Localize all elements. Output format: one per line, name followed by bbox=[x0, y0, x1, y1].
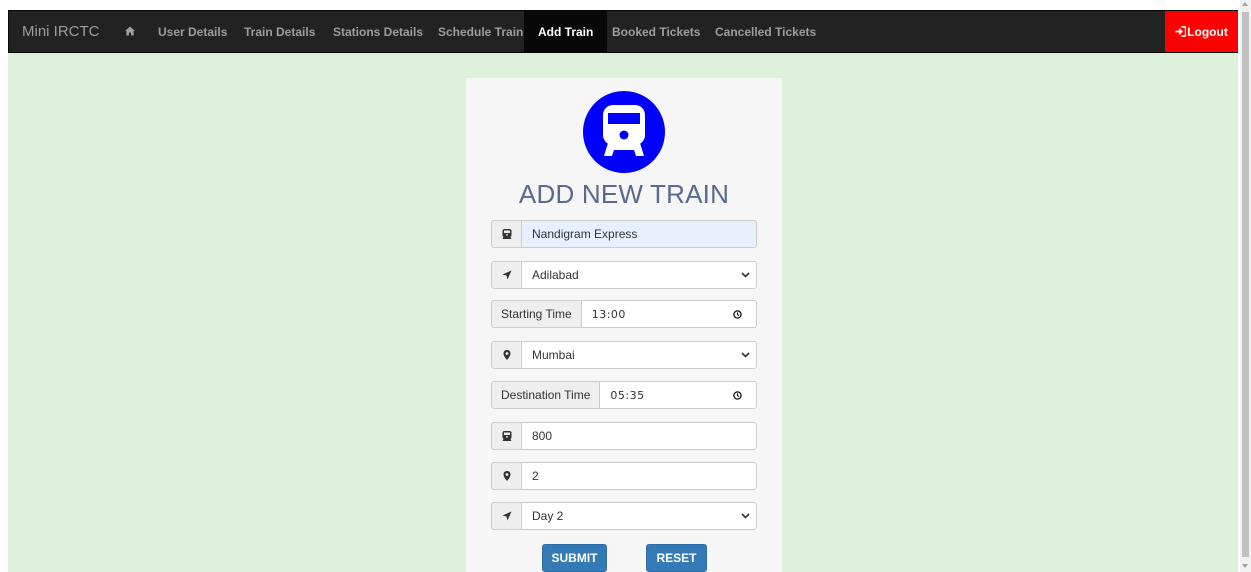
source-select[interactable]: Adilabad bbox=[522, 261, 757, 289]
train-logo bbox=[583, 91, 665, 173]
logout-button[interactable]: Logout bbox=[1165, 11, 1238, 52]
vertical-scrollbar[interactable] bbox=[1240, 0, 1251, 572]
source-group: Adilabad bbox=[491, 261, 757, 289]
scrollbar-thumb[interactable] bbox=[1242, 12, 1249, 557]
clock-icon[interactable] bbox=[733, 310, 742, 319]
train-icon bbox=[502, 229, 511, 239]
destination-time-label: Destination Time bbox=[491, 381, 601, 409]
destination-selected: Mumbai bbox=[532, 348, 575, 362]
distance-group: 2 bbox=[491, 462, 757, 490]
destination-group: Mumbai bbox=[491, 341, 757, 369]
submit-button[interactable]: SUBMIT bbox=[542, 544, 607, 572]
nav-add-train[interactable]: Add Train bbox=[524, 11, 608, 52]
destination-select[interactable]: Mumbai bbox=[522, 341, 757, 369]
page-background: Mini IRCTC User Details Train Details St… bbox=[8, 10, 1238, 572]
seats-group: 800 bbox=[491, 422, 757, 450]
nav-booked-tickets[interactable]: Booked Tickets bbox=[612, 11, 700, 52]
send-icon bbox=[502, 270, 511, 280]
starting-time-value: 13:00 bbox=[591, 307, 626, 321]
train-icon bbox=[502, 431, 511, 441]
map-marker-icon bbox=[503, 350, 510, 360]
nav-stations-details[interactable]: Stations Details bbox=[333, 11, 423, 52]
distance-value: 2 bbox=[532, 469, 539, 483]
destination-time-value: 05:35 bbox=[610, 388, 645, 402]
scroll-up-arrow-icon[interactable] bbox=[1242, 2, 1248, 6]
train-icon bbox=[603, 105, 645, 156]
send-icon bbox=[502, 511, 511, 521]
train-name-value: Nandigram Express bbox=[532, 227, 638, 241]
home-icon[interactable] bbox=[125, 26, 135, 36]
nav-cancelled-tickets[interactable]: Cancelled Tickets bbox=[715, 11, 816, 52]
form-title: ADD NEW TRAIN bbox=[518, 179, 730, 209]
log-in-icon bbox=[1175, 26, 1187, 37]
destination-time-group: Destination Time 05:35 bbox=[491, 381, 757, 409]
logout-label: Logout bbox=[1187, 24, 1228, 39]
brand-link[interactable]: Mini IRCTC bbox=[22, 23, 100, 40]
source-selected: Adilabad bbox=[532, 268, 579, 282]
distance-input[interactable]: 2 bbox=[522, 462, 757, 490]
nav-schedule-train[interactable]: Schedule Train bbox=[438, 11, 523, 52]
chevron-down-icon bbox=[741, 352, 750, 358]
day-selected: Day 2 bbox=[532, 509, 564, 523]
nav-train-details[interactable]: Train Details bbox=[244, 11, 315, 52]
seats-value: 800 bbox=[532, 429, 553, 443]
scroll-down-arrow-icon[interactable] bbox=[1242, 564, 1248, 568]
train-name-input[interactable]: Nandigram Express bbox=[522, 220, 757, 248]
reset-button[interactable]: RESET bbox=[646, 544, 707, 572]
nav-user-details[interactable]: User Details bbox=[158, 11, 227, 52]
add-train-form: ADD NEW TRAIN Nandigram Express Adilabad… bbox=[466, 78, 782, 572]
clock-icon[interactable] bbox=[733, 391, 742, 400]
starting-time-group: Starting Time 13:00 bbox=[491, 300, 757, 328]
train-name-group: Nandigram Express bbox=[491, 220, 757, 248]
day-select[interactable]: Day 2 bbox=[522, 502, 757, 530]
destination-time-input[interactable]: 05:35 bbox=[600, 381, 757, 409]
chevron-down-icon bbox=[741, 513, 750, 519]
starting-time-input[interactable]: 13:00 bbox=[581, 300, 757, 328]
day-group: Day 2 bbox=[491, 502, 757, 530]
map-marker-icon bbox=[503, 471, 510, 481]
chevron-down-icon bbox=[741, 272, 750, 278]
starting-time-label: Starting Time bbox=[491, 300, 582, 328]
seats-input[interactable]: 800 bbox=[522, 422, 757, 450]
navbar: Mini IRCTC User Details Train Details St… bbox=[8, 10, 1238, 53]
